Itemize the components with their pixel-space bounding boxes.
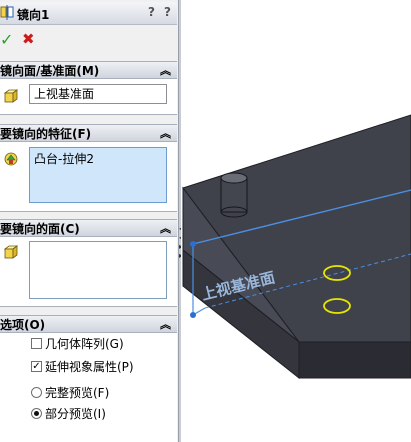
features-to-mirror-header[interactable]: 要镜向的特征(F) ︽ xyxy=(0,124,177,142)
ok-button[interactable]: ✓ xyxy=(0,30,13,49)
property-manager: 镜向1 ? ? ✓ ✖ 镜向面/基准面(M) ︽ 上视基准面 要镜向的特征(F)… xyxy=(0,0,178,442)
checkbox-box[interactable] xyxy=(31,338,42,349)
graphics-viewport[interactable]: 上视基准面 xyxy=(181,0,411,442)
title-bar: 镜向1 ? ? xyxy=(0,2,177,25)
boss-top xyxy=(220,172,248,184)
radio-dot[interactable] xyxy=(31,387,42,398)
options-body: 几何体阵列(G) ✓ 延伸视象属性(P) 完整预览(F) 部分预览(I) xyxy=(0,333,177,442)
full-preview-label: 完整预览(F) xyxy=(45,386,110,400)
plane-handle xyxy=(190,241,196,247)
face-selection-icon xyxy=(3,245,19,259)
list-item[interactable]: 凸台-拉伸2 xyxy=(34,150,162,167)
plane-handle xyxy=(190,312,196,318)
propagate-visual-label: 延伸视象属性(P) xyxy=(45,360,134,374)
mirror-face-header-label: 镜向面/基准面(M) xyxy=(0,64,100,78)
help-icon[interactable]: ? xyxy=(148,5,155,19)
mirror-face-body: 上视基准面 xyxy=(0,79,177,115)
features-list[interactable]: 凸台-拉伸2 xyxy=(29,147,167,203)
faces-to-mirror-header-label: 要镜向的面(C) xyxy=(0,222,80,236)
geometry-pattern-label: 几何体阵列(G) xyxy=(45,337,124,351)
mirror-feature-icon xyxy=(0,5,14,20)
feature-title: 镜向1 xyxy=(17,8,50,22)
plate-side-face xyxy=(298,341,411,379)
collapse-chevron-icon[interactable]: ︽ xyxy=(160,220,171,238)
model-view: 上视基准面 xyxy=(182,114,411,380)
collapse-chevron-icon[interactable]: ︽ xyxy=(160,62,171,80)
checkbox-box-checked[interactable]: ✓ xyxy=(31,361,42,372)
collapse-chevron-icon[interactable]: ︽ xyxy=(160,125,171,143)
features-to-mirror-body: 凸台-拉伸2 xyxy=(0,142,177,212)
options-header[interactable]: 选项(O) ︽ xyxy=(0,315,177,333)
features-to-mirror-header-label: 要镜向的特征(F) xyxy=(0,127,92,141)
cancel-button[interactable]: ✖ xyxy=(22,30,35,48)
options-header-label: 选项(O) xyxy=(0,318,46,332)
plane-selection-icon xyxy=(3,89,19,103)
faces-to-mirror-header[interactable]: 要镜向的面(C) ︽ xyxy=(0,219,177,237)
faces-list[interactable] xyxy=(29,241,167,299)
radio-dot-selected[interactable] xyxy=(31,408,42,419)
mirror-face-input[interactable]: 上视基准面 xyxy=(29,84,167,104)
partial-preview-label: 部分预览(I) xyxy=(45,407,106,421)
question-icon[interactable]: ? xyxy=(164,5,171,19)
feature-selection-icon xyxy=(4,152,18,166)
mirror-face-header[interactable]: 镜向面/基准面(M) ︽ xyxy=(0,61,177,79)
faces-to-mirror-body xyxy=(0,237,177,307)
collapse-chevron-icon[interactable]: ︽ xyxy=(160,316,171,334)
